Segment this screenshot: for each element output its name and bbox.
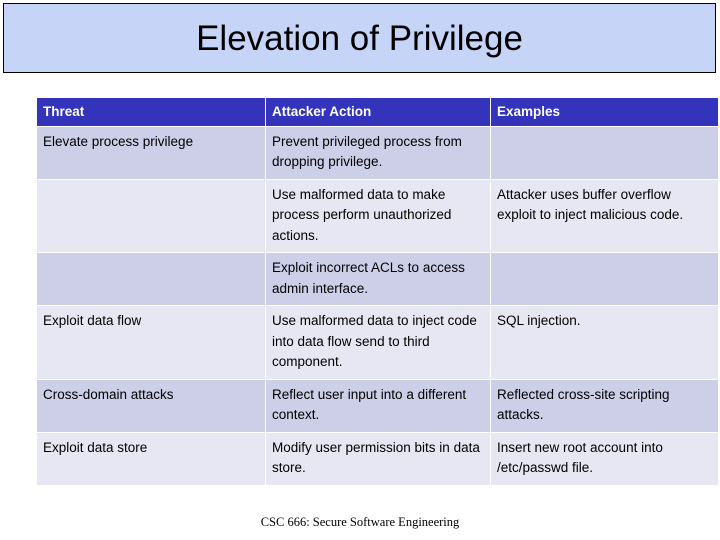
table-row: Exploit data flow Use malformed data to i… (37, 306, 718, 379)
column-header-attacker-action: Attacker Action (266, 98, 490, 126)
cell-threat: Elevate process privilege (37, 126, 265, 179)
table-header: Threat Attacker Action Examples (37, 98, 718, 126)
column-header-threat: Threat (37, 98, 265, 126)
table-row: Exploit incorrect ACLs to access admin i… (37, 253, 718, 306)
table-row: Exploit data store Modify user permission… (37, 432, 718, 485)
cell-attacker-action: Modify user permission bits in data stor… (266, 432, 490, 485)
table-header-row: Threat Attacker Action Examples (37, 98, 718, 126)
cell-attacker-action: Reflect user input into a different cont… (266, 379, 490, 432)
slide-title-banner: Elevation of Privilege (3, 3, 716, 73)
table-row: Use malformed data to make process perfo… (37, 179, 718, 253)
cell-examples: Attacker uses buffer overflow exploit to… (491, 179, 718, 253)
cell-threat (37, 179, 265, 253)
cell-threat: Exploit data flow (37, 306, 265, 379)
threat-model-table: Threat Attacker Action Examples Elevate … (36, 97, 719, 486)
table-row: Cross-domain attacks Reflect user input i… (37, 379, 718, 432)
table-body: Elevate process privilege Prevent privile… (37, 126, 718, 485)
page-title: Elevation of Privilege (196, 18, 523, 58)
cell-examples (491, 126, 718, 179)
cell-attacker-action: Use malformed data to inject code into d… (266, 306, 490, 379)
table-row: Elevate process privilege Prevent privile… (37, 126, 718, 179)
cell-attacker-action: Prevent privileged process from dropping… (266, 126, 490, 179)
column-header-examples: Examples (491, 98, 718, 126)
cell-threat: Cross-domain attacks (37, 379, 265, 432)
slide-footer: CSC 666: Secure Software Engineering (260, 515, 460, 529)
cell-attacker-action: Use malformed data to make process perfo… (266, 179, 490, 253)
cell-examples: SQL injection. (491, 306, 718, 379)
cell-threat (37, 253, 265, 306)
cell-examples: Reflected cross-site scripting attacks. (491, 379, 718, 432)
cell-examples: Insert new root account into /etc/passwd… (491, 432, 718, 485)
cell-threat: Exploit data store (37, 432, 265, 485)
cell-examples (491, 253, 718, 306)
cell-attacker-action: Exploit incorrect ACLs to access admin i… (266, 253, 490, 306)
